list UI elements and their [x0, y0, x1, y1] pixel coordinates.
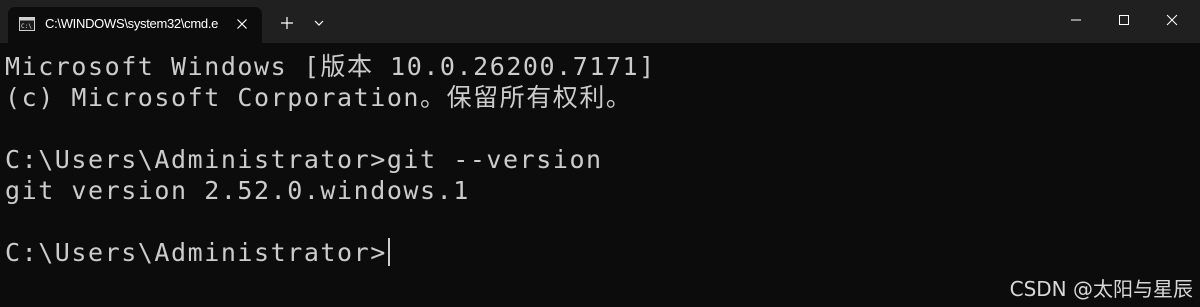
watermark: CSDN @太阳与星辰 — [1009, 277, 1193, 301]
output-line: Microsoft Windows [版本 10.0.26200.7171] — [5, 52, 656, 81]
command-line: C:\Users\Administrator>git --version — [5, 145, 603, 174]
minimize-icon[interactable] — [1052, 0, 1100, 40]
close-icon[interactable] — [1148, 0, 1196, 40]
output-line: (c) Microsoft Corporation。保留所有权利。 — [5, 83, 633, 112]
tab-title: C:\WINDOWS\system32\cmd.e — [45, 16, 219, 31]
tab-close-icon[interactable] — [232, 14, 252, 34]
output-line: git version 2.52.0.windows.1 — [5, 176, 470, 205]
chevron-down-icon[interactable] — [308, 12, 330, 34]
cmd-icon: C:\ — [19, 17, 35, 31]
prompt-line[interactable]: C:\Users\Administrator> — [5, 237, 390, 268]
tab-cmd[interactable]: C:\ C:\WINDOWS\system32\cmd.e — [8, 7, 262, 43]
maximize-icon[interactable] — [1100, 0, 1148, 40]
terminal-output[interactable]: Microsoft Windows [版本 10.0.26200.7171] (… — [0, 43, 1200, 307]
title-bar[interactable]: C:\ C:\WINDOWS\system32\cmd.e — [0, 0, 1200, 43]
plus-icon[interactable] — [274, 12, 300, 34]
svg-text:C:\: C:\ — [21, 23, 32, 30]
prompt-text: C:\Users\Administrator> — [5, 238, 387, 267]
text-cursor — [387, 238, 390, 266]
terminal-window: C:\ C:\WINDOWS\system32\cmd.e Microsoft … — [0, 0, 1200, 307]
